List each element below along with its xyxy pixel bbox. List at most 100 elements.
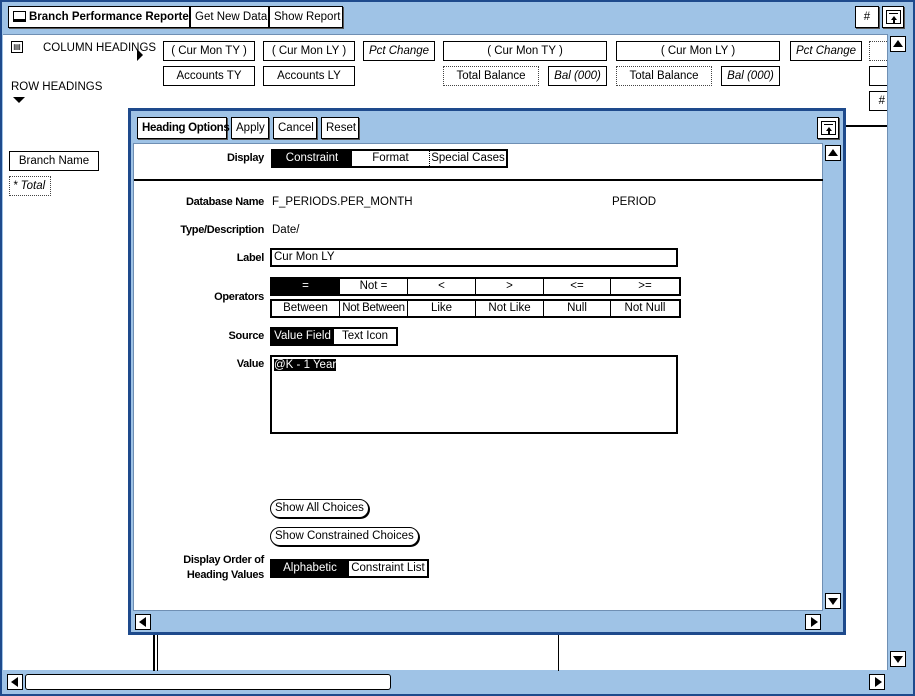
grid-line	[153, 633, 155, 671]
display-order-option-constraint-list[interactable]: Constraint List	[349, 561, 427, 576]
value-textarea[interactable]: @K - 1 Year	[270, 355, 678, 434]
row-headings-label: ROW HEADINGS	[11, 81, 103, 93]
arrow-left-icon	[139, 617, 146, 627]
display-option-special-cases[interactable]: Special Cases	[430, 151, 506, 166]
row-heading-branch-name[interactable]: Branch Name	[9, 151, 99, 171]
operator-greater-equal[interactable]: >=	[611, 279, 679, 294]
dialog-window-menu-button[interactable]	[817, 117, 839, 139]
dialog-scroll-down-button[interactable]	[825, 593, 841, 609]
scroll-right-button[interactable]	[869, 674, 885, 690]
heading-options-button[interactable]: Heading Options	[137, 117, 230, 139]
type-description-label: Type/Description	[180, 224, 264, 236]
app-title-button[interactable]: Branch Performance Reporter	[8, 6, 193, 28]
database-name-label: Database Name	[185, 196, 264, 208]
operator-not-like[interactable]: Not Like	[476, 301, 544, 316]
operators-row-2: Between Not Between Like Not Like Null N…	[270, 299, 681, 318]
column-subheading-total-balance[interactable]: Total Balance	[443, 66, 539, 86]
row-headings-expand-icon[interactable]	[13, 97, 25, 103]
value-text: @K - 1 Year	[274, 359, 337, 371]
right-hash-box[interactable]: #	[869, 91, 887, 111]
show-report-button[interactable]: Show Report	[269, 6, 343, 28]
section-divider	[134, 179, 824, 181]
grid-line	[157, 633, 158, 671]
display-order-option-alphabetic[interactable]: Alphabetic	[272, 561, 349, 576]
apply-button[interactable]: Apply	[231, 117, 269, 139]
operator-not-between[interactable]: Not Between	[340, 301, 408, 316]
operator-greater-than[interactable]: >	[476, 279, 544, 294]
column-subheading-total-balance-2[interactable]: Total Balance	[616, 66, 712, 86]
main-vertical-scrollbar[interactable]	[887, 34, 909, 670]
operators-label: Operators	[214, 291, 264, 303]
cancel-button[interactable]: Cancel	[273, 117, 317, 139]
dialog-body: Display Constraint Format Special Cases …	[133, 143, 824, 611]
column-subheading-accounts-ly[interactable]: Accounts LY	[263, 66, 355, 86]
operator-like[interactable]: Like	[408, 301, 476, 316]
scroll-left-button[interactable]	[7, 674, 23, 690]
value-label: Value	[236, 358, 265, 370]
hash-button[interactable]: #	[855, 6, 879, 28]
label-field-label: Label	[236, 252, 265, 264]
column-heading-cur-mon-ly-2[interactable]: ( Cur Mon LY )	[616, 41, 780, 61]
column-subheading-overflow[interactable]	[869, 66, 887, 86]
scroll-down-button[interactable]	[890, 651, 906, 667]
report-icon	[13, 11, 26, 22]
source-option-value-field[interactable]: Value Field	[272, 329, 334, 344]
display-label: Display	[226, 152, 264, 164]
column-subheading-bal-000-2[interactable]: Bal (000)	[721, 66, 780, 86]
display-segmented-control: Constraint Format Special Cases	[271, 149, 508, 168]
show-all-choices-button[interactable]: Show All Choices	[270, 499, 369, 518]
column-heading-pct-change[interactable]: Pct Change	[363, 41, 435, 61]
arrow-right-icon	[811, 617, 818, 627]
grid-line	[558, 633, 559, 671]
display-order-label-line2: Heading Values	[186, 569, 264, 581]
window-menu-icon	[886, 10, 901, 24]
operator-between[interactable]: Between	[272, 301, 340, 316]
source-segmented-control: Value Field Text Icon	[270, 327, 398, 346]
scroll-up-button[interactable]	[890, 36, 906, 52]
arrow-left-icon	[11, 677, 18, 687]
operator-less-than[interactable]: <	[408, 279, 476, 294]
column-heading-cur-mon-ty[interactable]: ( Cur Mon TY )	[163, 41, 255, 61]
database-name-value: F_PERIODS.PER_MONTH	[272, 196, 413, 208]
main-horizontal-scrollbar[interactable]	[3, 672, 887, 692]
column-heading-cur-mon-ly[interactable]: ( Cur Mon LY )	[263, 41, 355, 61]
operators-row-1: = Not = < > <= >=	[270, 277, 681, 296]
column-heading-overflow[interactable]	[869, 41, 887, 61]
dialog-horizontal-scrollbar[interactable]	[133, 613, 823, 631]
source-option-text-icon[interactable]: Text Icon	[334, 329, 396, 344]
display-option-format[interactable]: Format	[352, 151, 430, 166]
database-column-value: PERIOD	[612, 196, 657, 208]
column-headings-label: COLUMN HEADINGS	[43, 42, 157, 54]
arrow-right-icon	[875, 677, 882, 687]
column-heading-pct-change-2[interactable]: Pct Change	[790, 41, 862, 61]
show-constrained-choices-button[interactable]: Show Constrained Choices	[270, 527, 419, 546]
scroll-thumb[interactable]	[25, 674, 391, 690]
window-menu-icon	[821, 121, 836, 135]
operator-less-equal[interactable]: <=	[544, 279, 611, 294]
get-new-data-button[interactable]: Get New Data	[190, 6, 269, 28]
operator-equals[interactable]: =	[272, 279, 340, 294]
dialog-scroll-left-button[interactable]	[135, 614, 151, 630]
display-option-constraint[interactable]: Constraint	[273, 151, 352, 166]
operator-not-equals[interactable]: Not =	[340, 279, 408, 294]
dialog-vertical-scrollbar[interactable]	[823, 143, 843, 611]
type-description-value: Date/	[272, 224, 300, 236]
arrow-up-icon	[893, 40, 903, 47]
arrow-down-icon	[828, 598, 838, 605]
label-input[interactable]: Cur Mon LY	[270, 248, 678, 267]
arrow-up-icon	[828, 149, 838, 156]
reset-button[interactable]: Reset	[321, 117, 359, 139]
column-heading-cur-mon-ty-2[interactable]: ( Cur Mon TY )	[443, 41, 607, 61]
row-heading-total[interactable]: * Total	[9, 176, 51, 196]
column-subheading-bal-000[interactable]: Bal (000)	[548, 66, 607, 86]
operator-null[interactable]: Null	[544, 301, 611, 316]
layout-icon[interactable]: ▤	[11, 41, 23, 53]
arrow-down-icon	[893, 656, 903, 663]
operator-not-null[interactable]: Not Null	[611, 301, 679, 316]
dialog-scroll-up-button[interactable]	[825, 145, 841, 161]
dialog-toolbar: Heading Options Apply Cancel Reset	[137, 117, 839, 139]
window-menu-button[interactable]	[882, 6, 904, 28]
column-subheading-accounts-ty[interactable]: Accounts TY	[163, 66, 255, 86]
dialog-scroll-right-button[interactable]	[805, 614, 821, 630]
column-headings-expand-icon[interactable]	[137, 49, 143, 61]
